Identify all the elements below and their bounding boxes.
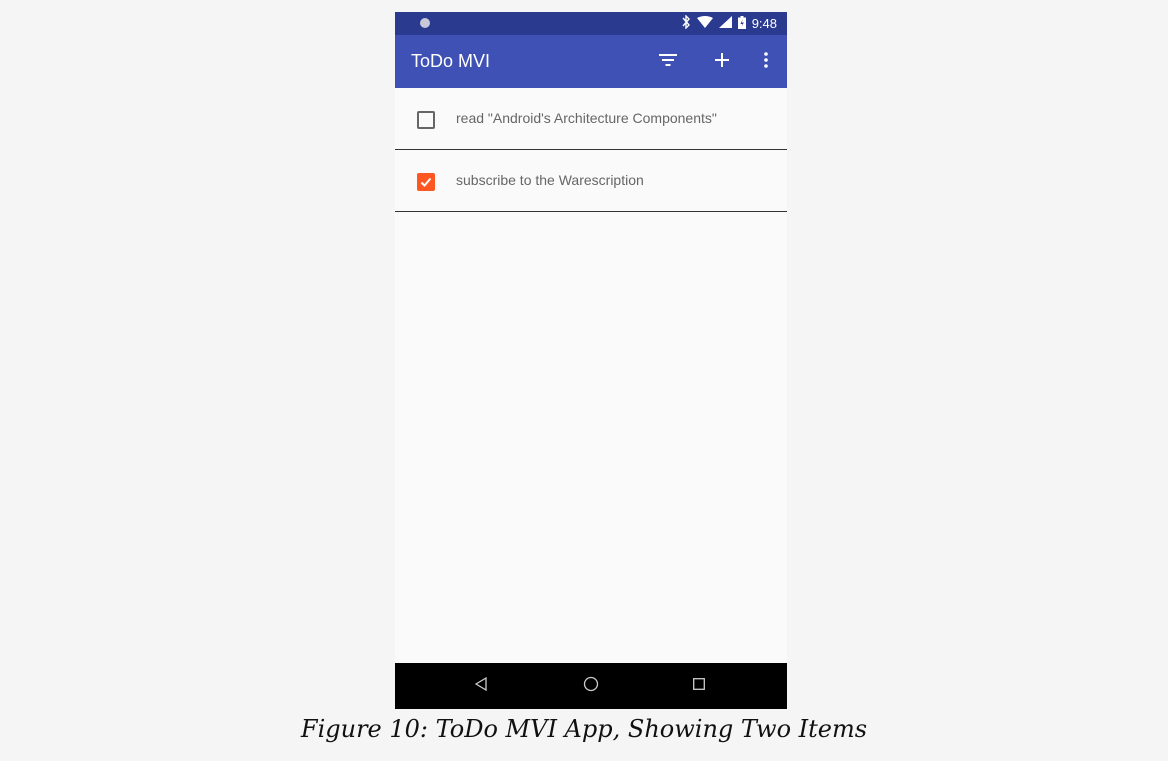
home-icon xyxy=(583,676,599,697)
battery-icon xyxy=(737,15,746,32)
filter-icon xyxy=(659,53,677,71)
wifi-icon xyxy=(696,16,713,31)
app-bar: ToDo MVI xyxy=(395,35,787,88)
plus-icon xyxy=(715,52,729,72)
notification-dot-icon xyxy=(420,18,430,28)
todo-list: read "Android's Architecture Components"… xyxy=(395,88,787,212)
more-vert-icon xyxy=(764,51,768,73)
navigation-bar xyxy=(395,663,787,709)
back-button[interactable] xyxy=(471,676,491,696)
signal-icon xyxy=(718,16,732,31)
todo-text: subscribe to the Warescription xyxy=(456,172,644,188)
todo-row[interactable]: read "Android's Architecture Components" xyxy=(395,88,787,150)
phone-screen: 9:48 ToDo MVI read "Android's Architectu… xyxy=(395,12,787,709)
home-button[interactable] xyxy=(581,676,601,696)
back-icon xyxy=(474,676,487,696)
figure-caption: Figure 10: ToDo MVI App, Showing Two Ite… xyxy=(300,715,868,743)
filter-button[interactable] xyxy=(655,49,681,75)
app-title: ToDo MVI xyxy=(411,51,491,71)
recents-icon xyxy=(693,677,705,695)
todo-checkbox[interactable] xyxy=(417,173,435,191)
add-button[interactable] xyxy=(709,49,735,75)
status-time: 9:48 xyxy=(751,16,777,31)
todo-text: read "Android's Architecture Components" xyxy=(456,110,717,126)
bluetooth-icon xyxy=(681,14,691,32)
todo-checkbox[interactable] xyxy=(417,111,435,129)
status-bar: 9:48 xyxy=(395,12,787,35)
todo-row[interactable]: subscribe to the Warescription xyxy=(395,150,787,212)
checkmark-icon xyxy=(420,177,432,187)
overflow-menu-button[interactable] xyxy=(753,49,779,75)
status-icons: 9:48 xyxy=(681,14,777,32)
recents-button[interactable] xyxy=(689,676,709,696)
